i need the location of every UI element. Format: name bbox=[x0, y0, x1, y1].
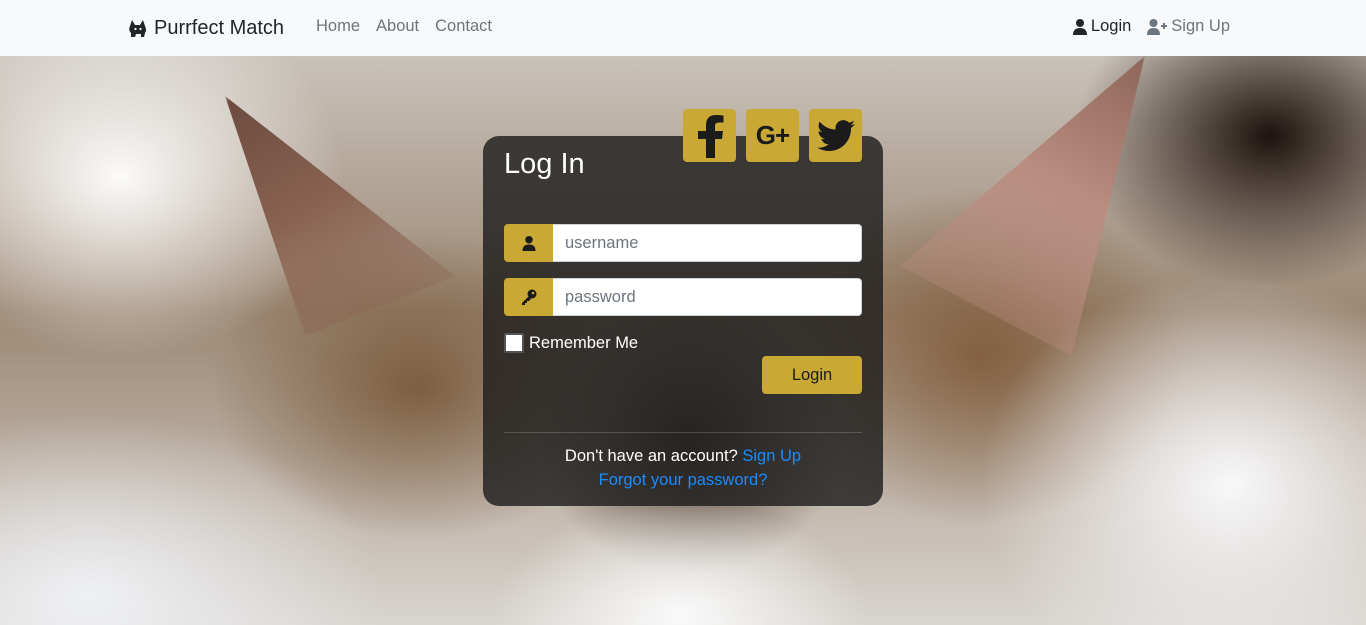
nav-signup-label: Sign Up bbox=[1171, 17, 1230, 35]
nav-links: Home About Contact bbox=[316, 17, 492, 36]
remember-me-label: Remember Me bbox=[529, 333, 639, 352]
login-title: Log In bbox=[504, 148, 585, 180]
cat-logo-icon bbox=[129, 20, 146, 37]
nav-auth-links: Login Sign Up bbox=[1072, 17, 1230, 36]
username-group bbox=[504, 224, 862, 262]
no-account-text: Don't have an account? bbox=[564, 447, 743, 465]
twitter-icon bbox=[816, 119, 855, 151]
forgot-password-line: Forgot your password? bbox=[483, 471, 883, 490]
google-plus-button[interactable]: G+ bbox=[746, 109, 799, 162]
social-login-buttons: G+ bbox=[683, 109, 862, 162]
nav-login-label: Login bbox=[1090, 17, 1132, 35]
google-plus-icon: G+ bbox=[755, 120, 790, 150]
nav-login-link[interactable]: Login bbox=[1072, 17, 1132, 36]
signup-prompt: Don't have an account? Sign Up bbox=[483, 447, 883, 466]
username-addon bbox=[504, 224, 553, 262]
twitter-button[interactable] bbox=[809, 109, 862, 162]
card-divider bbox=[504, 432, 862, 433]
login-card: Log In G+ username Remember Me Login Don… bbox=[483, 109, 883, 506]
user-plus-icon bbox=[1147, 18, 1168, 35]
user-icon bbox=[521, 235, 536, 251]
password-input[interactable] bbox=[553, 278, 862, 316]
nav-signup-link[interactable]: Sign Up bbox=[1147, 17, 1230, 36]
username-input[interactable] bbox=[553, 224, 862, 262]
brand-link[interactable]: Purrfect Match bbox=[128, 15, 284, 41]
password-addon bbox=[504, 278, 553, 316]
key-icon bbox=[521, 289, 536, 305]
forgot-password-link[interactable]: Forgot your password? bbox=[599, 471, 768, 489]
signup-link[interactable]: Sign Up bbox=[742, 447, 801, 465]
facebook-button[interactable] bbox=[683, 109, 736, 162]
password-group bbox=[504, 278, 862, 316]
login-button[interactable]: Login bbox=[762, 356, 862, 394]
facebook-icon bbox=[697, 114, 723, 158]
remember-me: Remember Me bbox=[504, 333, 638, 353]
nav-home[interactable]: Home bbox=[316, 17, 360, 36]
brand-name: Purrfect Match bbox=[154, 16, 285, 39]
nav-about[interactable]: About bbox=[376, 17, 419, 36]
remember-me-checkbox[interactable] bbox=[504, 333, 524, 353]
nav-contact[interactable]: Contact bbox=[435, 17, 492, 36]
navbar: Purrfect Match Home About Contact Login … bbox=[0, 0, 1366, 56]
user-icon bbox=[1072, 18, 1087, 35]
